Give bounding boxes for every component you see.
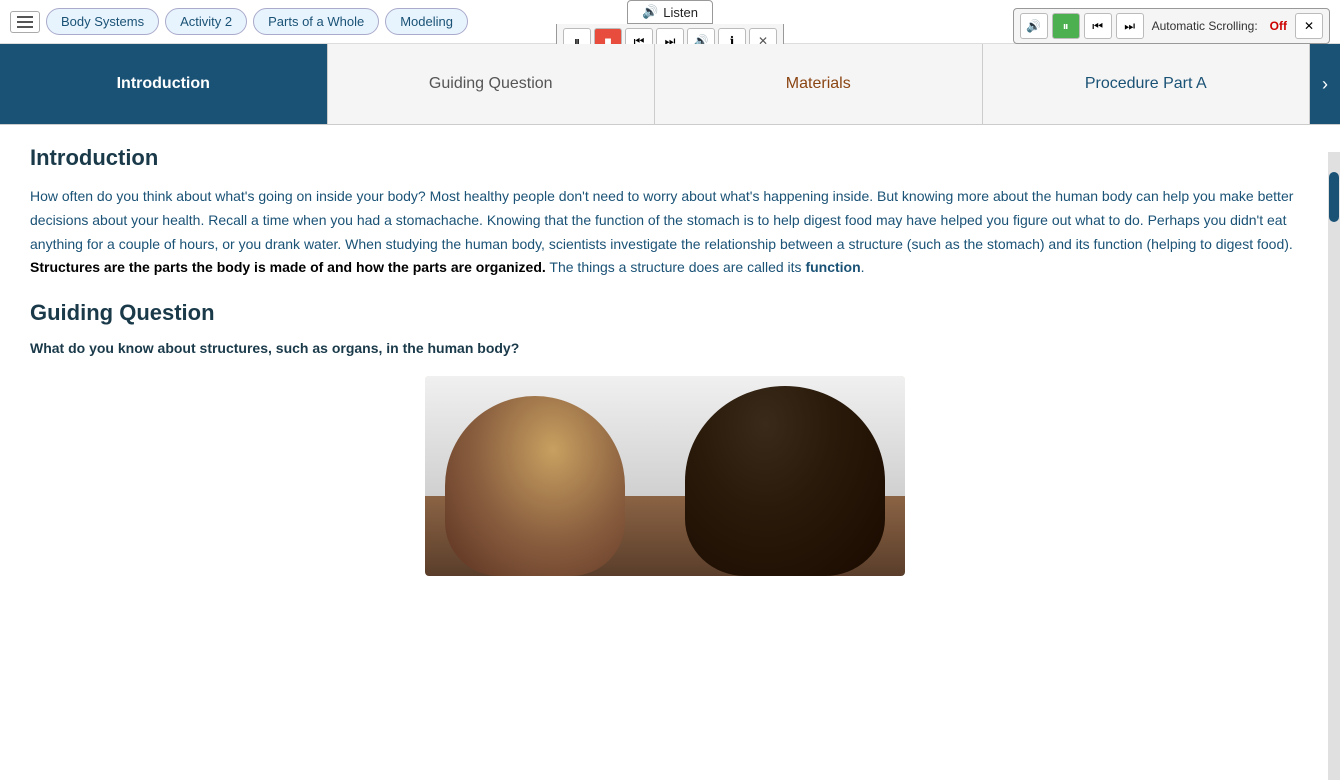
content-tabs: Introduction Guiding Question Materials … [0, 44, 1340, 125]
listen-button[interactable]: 🔊 Listen [627, 0, 713, 24]
auto-scroll-label: Automatic Scrolling: [1148, 19, 1262, 33]
page-scrollbar[interactable] [1328, 152, 1340, 780]
introduction-title: Introduction [30, 145, 1300, 171]
rt-volume-button[interactable]: 🔊 [1020, 13, 1048, 39]
function-bold: function [805, 259, 860, 275]
volume-icon: 🔊 [1026, 19, 1041, 33]
tab-procedure-part-a[interactable]: Procedure Part A [983, 44, 1311, 124]
back-icon: ⏮ [1092, 19, 1103, 34]
guiding-question-title: Guiding Question [30, 300, 1300, 326]
rt-back-button[interactable]: ⏮ [1084, 13, 1112, 39]
intro-text-content: How often do you think about what's goin… [30, 188, 1293, 275]
scroll-thumb [1329, 172, 1339, 222]
right-toolbar: 🔊 ⏸ ⏮ ⏭ Automatic Scrolling: Off ✕ [1013, 8, 1330, 44]
auto-scroll-value: Off [1266, 19, 1291, 33]
forward-icon: ⏭ [1124, 19, 1135, 34]
guiding-question-section: Guiding Question What do you know about … [30, 300, 1300, 356]
tab-introduction[interactable]: Introduction [0, 44, 328, 124]
structures-bold-text: Structures are the parts the body is mad… [30, 259, 546, 275]
rt-close-button[interactable]: ✕ [1295, 13, 1323, 39]
guiding-question-text: What do you know about structures, such … [30, 340, 1300, 356]
introduction-paragraph: How often do you think about what's goin… [30, 185, 1300, 280]
top-nav-bar: Body Systems Activity 2 Parts of a Whole… [0, 0, 1340, 44]
students-image [425, 376, 905, 576]
volume-icon: 🔊 [642, 4, 658, 20]
main-content: Introduction How often do you think abou… [0, 125, 1340, 753]
tab-materials[interactable]: Materials [655, 44, 983, 124]
rt-pause-button[interactable]: ⏸ [1052, 13, 1080, 39]
nav-tab-parts-of-whole[interactable]: Parts of a Whole [253, 8, 379, 35]
tabs-next-button[interactable]: › [1310, 44, 1340, 124]
rt-forward-button[interactable]: ⏭ [1116, 13, 1144, 39]
nav-tab-modeling[interactable]: Modeling [385, 8, 468, 35]
tab-guiding-question[interactable]: Guiding Question [328, 44, 656, 124]
close-icon: ✕ [1304, 19, 1314, 33]
students-image-container [30, 376, 1300, 576]
nav-tab-body-systems[interactable]: Body Systems [46, 8, 159, 35]
hamburger-button[interactable] [10, 11, 40, 33]
pause-icon: ⏸ [1063, 19, 1069, 34]
nav-tab-activity2[interactable]: Activity 2 [165, 8, 247, 35]
